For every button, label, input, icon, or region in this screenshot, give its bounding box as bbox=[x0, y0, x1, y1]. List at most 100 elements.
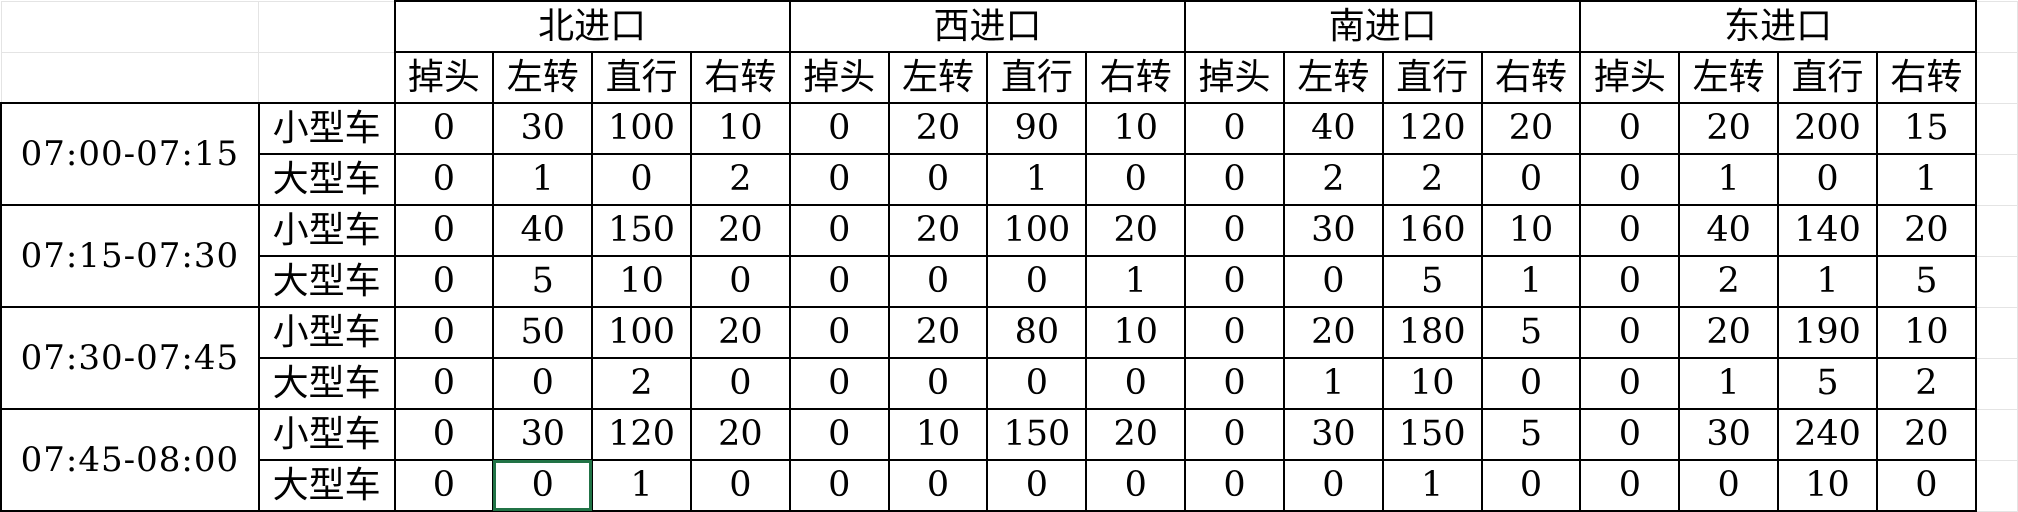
empty-cell[interactable] bbox=[1975, 51, 2018, 104]
volume-cell[interactable]: 0 bbox=[492, 459, 594, 512]
volume-cell[interactable]: 2 bbox=[1875, 357, 1977, 410]
volume-cell[interactable]: 10 bbox=[1085, 102, 1187, 155]
empty-cell[interactable] bbox=[0, 51, 260, 104]
volume-cell[interactable]: 0 bbox=[1085, 357, 1187, 410]
volume-cell[interactable]: 20 bbox=[1678, 102, 1780, 155]
volume-cell[interactable]: 100 bbox=[591, 102, 692, 155]
volume-cell[interactable]: 5 bbox=[1875, 255, 1977, 308]
volume-cell[interactable]: 1 bbox=[1875, 153, 1977, 206]
volume-cell[interactable]: 20 bbox=[1085, 204, 1187, 257]
volume-cell[interactable]: 40 bbox=[1678, 204, 1780, 257]
volume-cell[interactable]: 2 bbox=[1282, 153, 1384, 206]
volume-cell[interactable]: 140 bbox=[1777, 204, 1878, 257]
volume-cell[interactable]: 0 bbox=[492, 357, 594, 410]
volume-cell[interactable]: 0 bbox=[887, 255, 989, 308]
volume-cell[interactable]: 20 bbox=[887, 306, 989, 359]
movement-header[interactable]: 掉头 bbox=[1579, 51, 1681, 104]
volume-cell[interactable]: 0 bbox=[1579, 408, 1681, 461]
volume-cell[interactable]: 0 bbox=[393, 306, 495, 359]
movement-header[interactable]: 左转 bbox=[887, 51, 989, 104]
volume-cell[interactable]: 5 bbox=[1777, 357, 1878, 410]
volume-cell[interactable]: 0 bbox=[393, 255, 495, 308]
volume-cell[interactable]: 30 bbox=[492, 408, 594, 461]
vehicle-type-cell[interactable]: 小型车 bbox=[257, 408, 396, 461]
movement-header[interactable]: 右转 bbox=[689, 51, 791, 104]
movement-header[interactable]: 右转 bbox=[1480, 51, 1582, 104]
volume-cell[interactable]: 0 bbox=[1184, 204, 1285, 257]
volume-cell[interactable]: 0 bbox=[986, 357, 1088, 410]
movement-header[interactable]: 掉头 bbox=[788, 51, 890, 104]
volume-cell[interactable]: 1 bbox=[1085, 255, 1187, 308]
empty-cell[interactable] bbox=[1975, 408, 2018, 461]
volume-cell[interactable]: 10 bbox=[1777, 459, 1878, 512]
volume-cell[interactable]: 0 bbox=[1480, 153, 1582, 206]
volume-cell[interactable]: 0 bbox=[689, 357, 791, 410]
volume-cell[interactable]: 10 bbox=[1381, 357, 1483, 410]
empty-cell[interactable] bbox=[1975, 459, 2018, 512]
volume-cell[interactable]: 0 bbox=[1184, 102, 1285, 155]
volume-cell[interactable]: 20 bbox=[1085, 408, 1187, 461]
volume-cell[interactable]: 0 bbox=[788, 102, 890, 155]
volume-cell[interactable]: 0 bbox=[1579, 357, 1681, 410]
volume-cell[interactable]: 0 bbox=[1480, 459, 1582, 512]
volume-cell[interactable]: 100 bbox=[591, 306, 692, 359]
volume-cell[interactable]: 1 bbox=[492, 153, 594, 206]
volume-cell[interactable]: 10 bbox=[1480, 204, 1582, 257]
volume-cell[interactable]: 5 bbox=[492, 255, 594, 308]
volume-cell[interactable]: 0 bbox=[689, 459, 791, 512]
volume-cell[interactable]: 10 bbox=[689, 102, 791, 155]
movement-header[interactable]: 直行 bbox=[1777, 51, 1878, 104]
volume-cell[interactable]: 2 bbox=[1678, 255, 1780, 308]
volume-cell[interactable]: 0 bbox=[393, 357, 495, 410]
movement-header[interactable]: 掉头 bbox=[1184, 51, 1285, 104]
volume-cell[interactable]: 10 bbox=[887, 408, 989, 461]
volume-cell[interactable]: 10 bbox=[1875, 306, 1977, 359]
volume-cell[interactable]: 0 bbox=[1184, 408, 1285, 461]
vehicle-type-cell[interactable]: 小型车 bbox=[257, 306, 396, 359]
volume-cell[interactable]: 150 bbox=[986, 408, 1088, 461]
volume-cell[interactable]: 0 bbox=[788, 204, 890, 257]
volume-cell[interactable]: 15 bbox=[1875, 102, 1977, 155]
volume-cell[interactable]: 1 bbox=[986, 153, 1088, 206]
volume-cell[interactable]: 0 bbox=[1282, 255, 1384, 308]
volume-cell[interactable]: 20 bbox=[689, 306, 791, 359]
movement-header[interactable]: 左转 bbox=[1678, 51, 1780, 104]
volume-cell[interactable]: 2 bbox=[689, 153, 791, 206]
volume-cell[interactable]: 0 bbox=[788, 459, 890, 512]
volume-cell[interactable]: 120 bbox=[591, 408, 692, 461]
volume-cell[interactable]: 1 bbox=[1381, 459, 1483, 512]
volume-cell[interactable]: 100 bbox=[986, 204, 1088, 257]
movement-header[interactable]: 左转 bbox=[492, 51, 594, 104]
volume-cell[interactable]: 2 bbox=[591, 357, 692, 410]
volume-cell[interactable]: 40 bbox=[1282, 102, 1384, 155]
volume-cell[interactable]: 0 bbox=[393, 204, 495, 257]
volume-cell[interactable]: 2 bbox=[1381, 153, 1483, 206]
volume-cell[interactable]: 40 bbox=[492, 204, 594, 257]
volume-cell[interactable]: 0 bbox=[788, 255, 890, 308]
volume-cell[interactable]: 180 bbox=[1381, 306, 1483, 359]
volume-cell[interactable]: 20 bbox=[689, 408, 791, 461]
volume-cell[interactable]: 0 bbox=[1777, 153, 1878, 206]
volume-cell[interactable]: 30 bbox=[1282, 204, 1384, 257]
empty-cell[interactable] bbox=[258, 0, 395, 53]
vehicle-type-cell[interactable]: 大型车 bbox=[257, 357, 396, 410]
volume-cell[interactable]: 1 bbox=[1678, 357, 1780, 410]
volume-cell[interactable]: 30 bbox=[1282, 408, 1384, 461]
volume-cell[interactable]: 20 bbox=[1678, 306, 1780, 359]
empty-cell[interactable] bbox=[1975, 204, 2018, 257]
volume-cell[interactable]: 0 bbox=[1678, 459, 1780, 512]
approach-header[interactable]: 西进口 bbox=[788, 0, 1187, 53]
approach-header[interactable]: 东进口 bbox=[1579, 0, 1977, 53]
time-period-cell[interactable]: 07:00-07:15 bbox=[0, 102, 260, 206]
volume-cell[interactable]: 0 bbox=[887, 357, 989, 410]
approach-header[interactable]: 北进口 bbox=[393, 0, 791, 53]
volume-cell[interactable]: 0 bbox=[788, 357, 890, 410]
empty-cell[interactable] bbox=[1975, 102, 2018, 155]
vehicle-type-cell[interactable]: 大型车 bbox=[257, 459, 396, 512]
volume-cell[interactable]: 20 bbox=[1875, 204, 1977, 257]
volume-cell[interactable]: 20 bbox=[887, 204, 989, 257]
volume-cell[interactable]: 1 bbox=[591, 459, 692, 512]
vehicle-type-cell[interactable]: 小型车 bbox=[257, 102, 396, 155]
empty-cell[interactable] bbox=[1975, 153, 2018, 206]
empty-cell[interactable] bbox=[258, 51, 395, 104]
